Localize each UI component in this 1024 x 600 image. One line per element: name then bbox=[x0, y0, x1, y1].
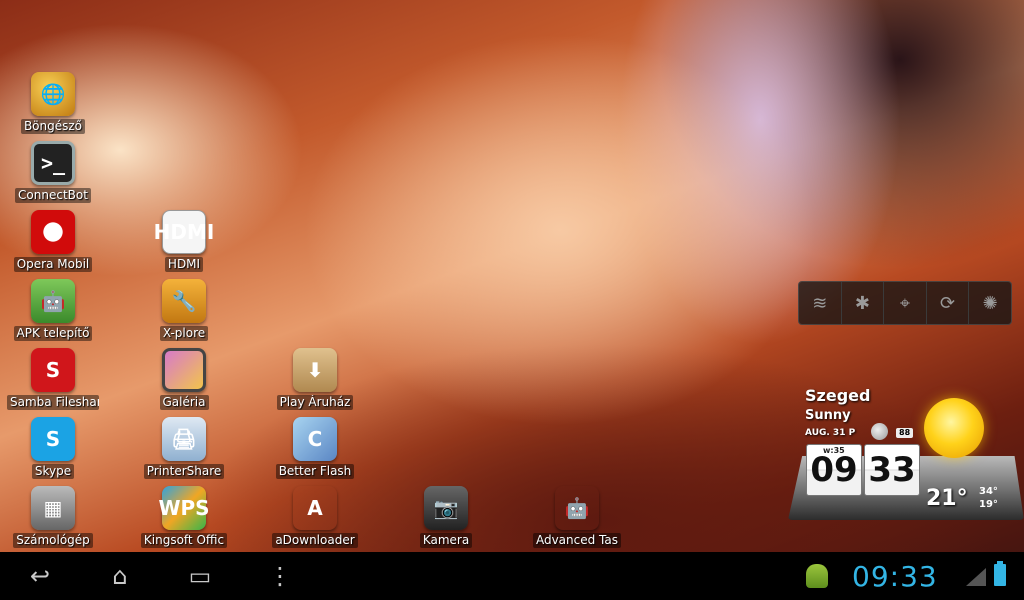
app-skype[interactable]: S Skype bbox=[3, 417, 103, 483]
samba-icon: S bbox=[31, 348, 75, 392]
week-number: w:35 bbox=[823, 446, 845, 455]
camera-icon: 📷 bbox=[424, 486, 468, 530]
app-apk-installer[interactable]: 🤖 APK telepítő bbox=[3, 279, 103, 345]
app-play-store[interactable]: ⬇ Play Áruház bbox=[265, 348, 365, 414]
low-temperature: 19° bbox=[979, 499, 998, 510]
minute-digits: 33 bbox=[868, 450, 916, 490]
wifi-icon[interactable]: ≋ bbox=[799, 282, 842, 324]
home-button[interactable]: ⌂ bbox=[90, 560, 150, 592]
app-camera[interactable]: 📷 Kamera bbox=[396, 486, 496, 552]
app-label: Kingsoft Offic bbox=[140, 533, 228, 548]
terminal-icon: >_ bbox=[31, 141, 75, 185]
kingsoft-office-icon: WPS bbox=[158, 486, 210, 530]
current-temperature: 21° bbox=[926, 486, 968, 511]
app-printershare[interactable]: 🖨 PrinterShare bbox=[134, 417, 234, 483]
weather-clock-widget[interactable]: Szeged Sunny AUG. 31 P 88 w:35 09 33 21°… bbox=[788, 380, 1024, 520]
status-clock[interactable]: 09:33 bbox=[852, 560, 938, 593]
app-label: Opera Mobil bbox=[13, 257, 93, 272]
app-label: Samba Fileshar bbox=[7, 395, 99, 410]
menu-button[interactable]: ⋮ bbox=[250, 560, 310, 592]
battery-badge: 88 bbox=[896, 428, 914, 438]
app-better-flash[interactable]: C Better Flash bbox=[265, 417, 365, 483]
app-label: PrinterShare bbox=[143, 464, 225, 479]
app-label: APK telepítő bbox=[13, 326, 93, 341]
signal-icon bbox=[966, 568, 986, 586]
moon-icon bbox=[871, 423, 888, 440]
hdmi-icon: HDMI bbox=[154, 210, 214, 254]
app-label: Advanced Tas bbox=[532, 533, 622, 548]
app-label: Play Áruház bbox=[276, 395, 354, 410]
app-label: Better Flash bbox=[275, 464, 355, 479]
app-calculator[interactable]: ▦ Számológép bbox=[3, 486, 103, 552]
clock-minute: 33 bbox=[864, 444, 920, 496]
clock-hour: w:35 09 bbox=[806, 444, 862, 496]
printer-icon: 🖨 bbox=[162, 417, 206, 461]
adownloader-icon: A bbox=[293, 486, 337, 530]
browser-icon: 🌐 bbox=[31, 72, 75, 116]
app-label: HDMI bbox=[164, 257, 204, 272]
gps-icon[interactable]: ⌖ bbox=[884, 282, 927, 324]
weather-city: Szeged bbox=[805, 386, 871, 405]
app-label: Számológép bbox=[13, 533, 93, 548]
sun-icon bbox=[924, 398, 984, 458]
android-notification-icon[interactable] bbox=[806, 564, 828, 588]
battery-icon bbox=[994, 561, 1006, 586]
flash-icon: C bbox=[293, 417, 337, 461]
android-package-icon: 🤖 bbox=[31, 279, 75, 323]
sync-icon[interactable]: ⟳ bbox=[927, 282, 970, 324]
skype-icon: S bbox=[31, 417, 75, 461]
app-advanced-task[interactable]: 🤖 Advanced Tas bbox=[527, 486, 627, 552]
app-label: Kamera bbox=[419, 533, 473, 548]
android-icon: 🤖 bbox=[555, 486, 599, 530]
system-bar: ↩ ⌂ ▭ ⋮ 09:33 bbox=[0, 552, 1024, 600]
app-label: ConnectBot bbox=[15, 188, 91, 203]
file-manager-icon: 🔧 bbox=[162, 279, 206, 323]
app-samba[interactable]: S Samba Fileshar bbox=[3, 348, 103, 414]
opera-icon bbox=[31, 210, 75, 254]
bluetooth-icon[interactable]: ✱ bbox=[842, 282, 885, 324]
home-screen: 🌐 Böngésző >_ ConnectBot Opera Mobil 🤖 A… bbox=[0, 0, 1024, 552]
app-opera[interactable]: Opera Mobil bbox=[3, 210, 103, 276]
app-connectbot[interactable]: >_ ConnectBot bbox=[3, 141, 103, 207]
app-label: X-plore bbox=[159, 326, 209, 341]
play-store-icon: ⬇ bbox=[293, 348, 337, 392]
gallery-icon bbox=[162, 348, 206, 392]
power-control-widget: ≋ ✱ ⌖ ⟳ ✺ bbox=[798, 281, 1012, 325]
app-browser[interactable]: 🌐 Böngésző bbox=[3, 72, 103, 138]
calculator-icon: ▦ bbox=[31, 486, 75, 530]
app-label: aDownloader bbox=[272, 533, 358, 548]
app-kingsoft[interactable]: WPS Kingsoft Offic bbox=[134, 486, 234, 552]
back-button[interactable]: ↩ bbox=[10, 560, 70, 592]
weather-date: AUG. 31 P bbox=[805, 428, 856, 438]
recent-apps-button[interactable]: ▭ bbox=[170, 560, 230, 592]
app-xplore[interactable]: 🔧 X-plore bbox=[134, 279, 234, 345]
brightness-icon[interactable]: ✺ bbox=[969, 282, 1011, 324]
app-label: Böngésző bbox=[20, 119, 86, 134]
hour-digits: 09 bbox=[810, 450, 858, 490]
app-adownloader[interactable]: A aDownloader bbox=[265, 486, 365, 552]
app-label: Skype bbox=[31, 464, 75, 479]
app-gallery[interactable]: Galéria bbox=[134, 348, 234, 414]
app-label: Galéria bbox=[159, 395, 209, 410]
app-hdmi[interactable]: HDMI HDMI bbox=[134, 210, 234, 276]
weather-condition: Sunny bbox=[805, 408, 851, 423]
high-temperature: 34° bbox=[979, 486, 998, 497]
